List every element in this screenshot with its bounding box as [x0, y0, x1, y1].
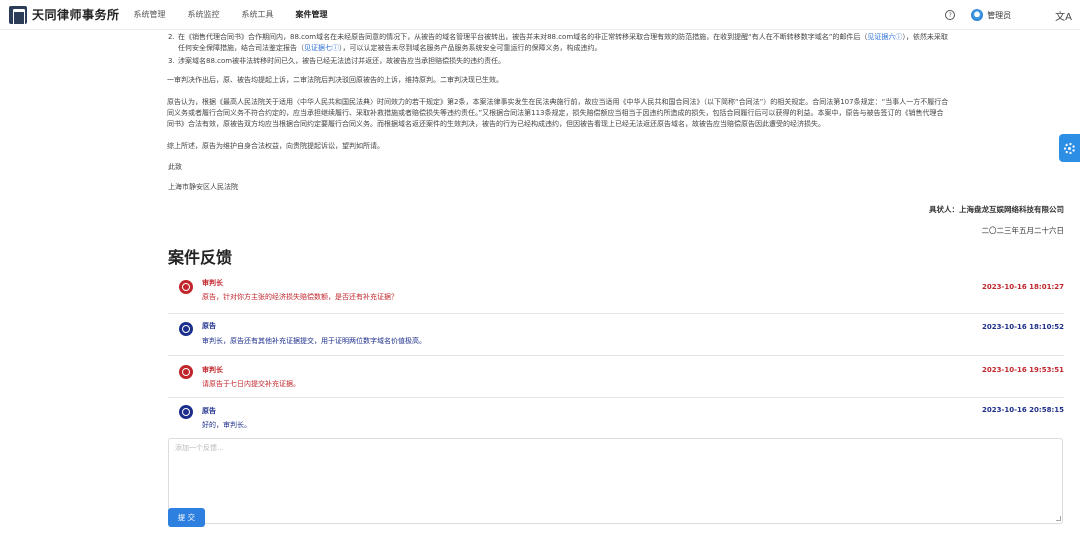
paragraph-plaintiff-claim: 原告认为，根据《最高人民法院关于适用〈中华人民共和国民法典〉时间效力的若干规定》… — [167, 97, 1063, 130]
feedback-message: 好的，审判长。 — [202, 421, 251, 429]
signer: 具状人：上海盘龙互娱网络科技有限公司 — [929, 205, 1064, 214]
main-nav: 系统管理 系统监控 系统工具 案件管理 — [134, 9, 350, 20]
feedback-author: 审判长 — [202, 279, 223, 287]
list-text-part: ），依然未采取 — [902, 33, 948, 41]
paragraph-summary: 综上所述，原告为维护自身合法权益，向贵院提起诉讼，望判如所请。 — [167, 142, 384, 150]
list-text: 涉案域名88.com被非法转移时间已久，被告已经无法追讨并返还，故被告应当承担赔… — [178, 57, 506, 65]
user-name[interactable]: 管理员 — [987, 10, 1011, 21]
translate-icon[interactable]: 文A — [1055, 8, 1072, 23]
paragraph-line: 原告认为，根据《最高人民法院关于适用〈中华人民共和国民法典〉时间效力的若干规定》… — [167, 98, 949, 106]
settings-gear-icon — [1064, 142, 1075, 154]
nav-item-system-management[interactable]: 系统管理 — [134, 9, 166, 20]
judge-seal-icon — [179, 365, 193, 379]
list-number: 3. — [168, 57, 175, 65]
nav-item-case-management[interactable]: 案件管理 — [296, 9, 328, 20]
floating-settings-button[interactable] — [1059, 134, 1080, 162]
paragraph-appeal: 一审判决作出后，原、被告均提起上诉，二审法院后判决驳回原被告的上诉，维持原判。二… — [167, 76, 503, 84]
feedback-message: 原告，针对你方主张的经济损失赔偿数额，是否还有补充证据？ — [202, 293, 398, 301]
feedback-time: 2023-10-16 18:01:27 — [981, 283, 1064, 291]
nav-item-system-monitor[interactable]: 系统监控 — [188, 9, 220, 20]
feedback-divider — [168, 313, 1064, 314]
list-text-part: 任何安全保障措施，结合司法鉴定报告（ — [178, 44, 304, 52]
list-text-part: 在《销售代理合同书》合作期间内，88.com域名在未经原告同意的情况下，从被告的… — [178, 33, 868, 41]
feedback-divider — [168, 397, 1064, 398]
feedback-time: 2023-10-16 20:58:15 — [981, 406, 1064, 414]
feedback-time: 2023-10-16 19:53:51 — [981, 366, 1064, 374]
info-circle-icon[interactable]: ⓘ — [332, 44, 339, 52]
user-avatar[interactable] — [971, 9, 984, 21]
court-name: 上海市静安区人民法院 — [168, 183, 238, 191]
list-text-part: ），可以认定被告未尽到域名服务产品服务系统安全可靠运行的保障义务，构成违约。 — [339, 44, 602, 52]
app-name: 天同律师事务所 — [32, 8, 120, 22]
resize-handle-icon[interactable] — [1056, 516, 1061, 521]
feedback-message: 审判长，原告还有其他补充证据提交，用于证明两位数字域名价值极高。 — [202, 337, 426, 345]
evidence-7-link[interactable]: 见证据七 — [304, 44, 332, 52]
paragraph-salutation: 此致 — [168, 163, 182, 171]
list-item-3: 3. 涉案域名88.com被非法转移时间已久，被告已经无法追讨并返还，故被告应当… — [168, 56, 1064, 67]
evidence-6-link[interactable]: 见证据六 — [867, 33, 895, 41]
list-text: 在《销售代理合同书》合作期间内，88.com域名在未经原告同意的情况下，从被告的… — [168, 32, 1064, 54]
feedback-author: 审判长 — [202, 366, 223, 374]
feedback-message: 请原告于七日内提交补充证据。 — [202, 380, 300, 388]
submit-button[interactable]: 提 交 — [168, 508, 205, 527]
top-right-toolbar: ? 管理员 文A — [945, 0, 1080, 30]
list-number: 2. — [168, 33, 175, 41]
feedback-input[interactable] — [168, 438, 1063, 524]
paragraph-line: 同书》合法有效，原被告双方均应当根据合同约定要履行合同义务。而根据域名返还案件的… — [167, 120, 825, 128]
feedback-time: 2023-10-16 18:10:52 — [981, 323, 1064, 331]
plaintiff-seal-icon — [179, 322, 193, 336]
feedback-author: 原告 — [202, 407, 216, 415]
paragraph-line: 同义务或者履行合同义务不符合约定的，应当承担继续履行、采取补救措施或者赔偿损失等… — [167, 109, 944, 117]
judge-seal-icon — [179, 280, 193, 294]
list-item-2: 2. 在《销售代理合同书》合作期间内，88.com域名在未经原告同意的情况下，从… — [168, 32, 1064, 54]
plaintiff-seal-icon — [179, 405, 193, 419]
nav-item-system-tools[interactable]: 系统工具 — [242, 9, 274, 20]
law-firm-logo-icon — [9, 5, 27, 25]
top-navigation-bar: 天同律师事务所 系统管理 系统监控 系统工具 案件管理 ? 管理员 文A — [0, 0, 1080, 30]
feedback-author: 原告 — [202, 322, 216, 330]
feedback-divider — [168, 355, 1064, 356]
feedback-section-title: 案件反馈 — [168, 248, 233, 267]
document-date: 二〇二三年五月二十六日 — [981, 226, 1065, 235]
app-logo[interactable]: 天同律师事务所 — [9, 5, 120, 25]
help-circle-icon[interactable]: ? — [945, 10, 956, 20]
